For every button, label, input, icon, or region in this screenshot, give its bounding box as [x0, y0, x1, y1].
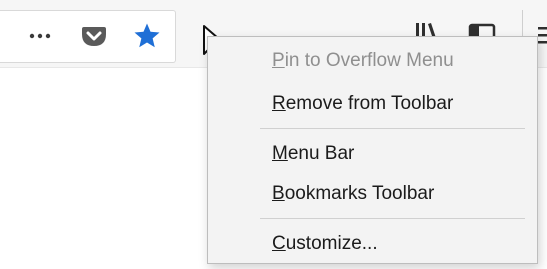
menu-item-menu-bar[interactable]: Menu Bar — [272, 139, 522, 169]
menu-separator — [260, 128, 525, 129]
menu-item-label: emove from Toolbar — [285, 93, 454, 114]
toolbar-context-menu: Pin to Overflow Menu Remove from Toolbar… — [207, 36, 538, 264]
menu-item-bookmarks-toolbar[interactable]: Bookmarks Toolbar — [272, 179, 522, 209]
pocket-icon — [82, 27, 106, 46]
meatball-icon — [29, 33, 51, 39]
menu-item-accesskey: M — [272, 143, 288, 164]
menu-item-customize[interactable]: Customize... — [272, 229, 522, 259]
menu-item-accesskey: R — [272, 93, 286, 114]
menu-item-label: ookmarks Toolbar — [284, 183, 435, 204]
menu-item-accesskey: P — [272, 50, 285, 71]
menu-item-accesskey: C — [272, 233, 286, 254]
menu-item-pin-to-overflow: Pin to Overflow Menu — [272, 46, 522, 76]
hamburger-icon — [538, 27, 547, 44]
menu-item-label: enu Bar — [287, 143, 355, 164]
bookmark-button[interactable] — [131, 18, 163, 54]
more-actions-button[interactable] — [24, 18, 56, 54]
open-menu-button[interactable] — [538, 24, 547, 48]
menu-item-remove-from-toolbar[interactable]: Remove from Toolbar — [272, 89, 522, 119]
pocket-button[interactable] — [78, 18, 110, 54]
menu-item-accesskey: B — [272, 183, 285, 204]
menu-separator — [260, 218, 525, 219]
star-icon — [134, 23, 160, 48]
menu-item-label: in to Overflow Menu — [284, 50, 454, 71]
menu-item-label: ustomize... — [285, 233, 378, 254]
